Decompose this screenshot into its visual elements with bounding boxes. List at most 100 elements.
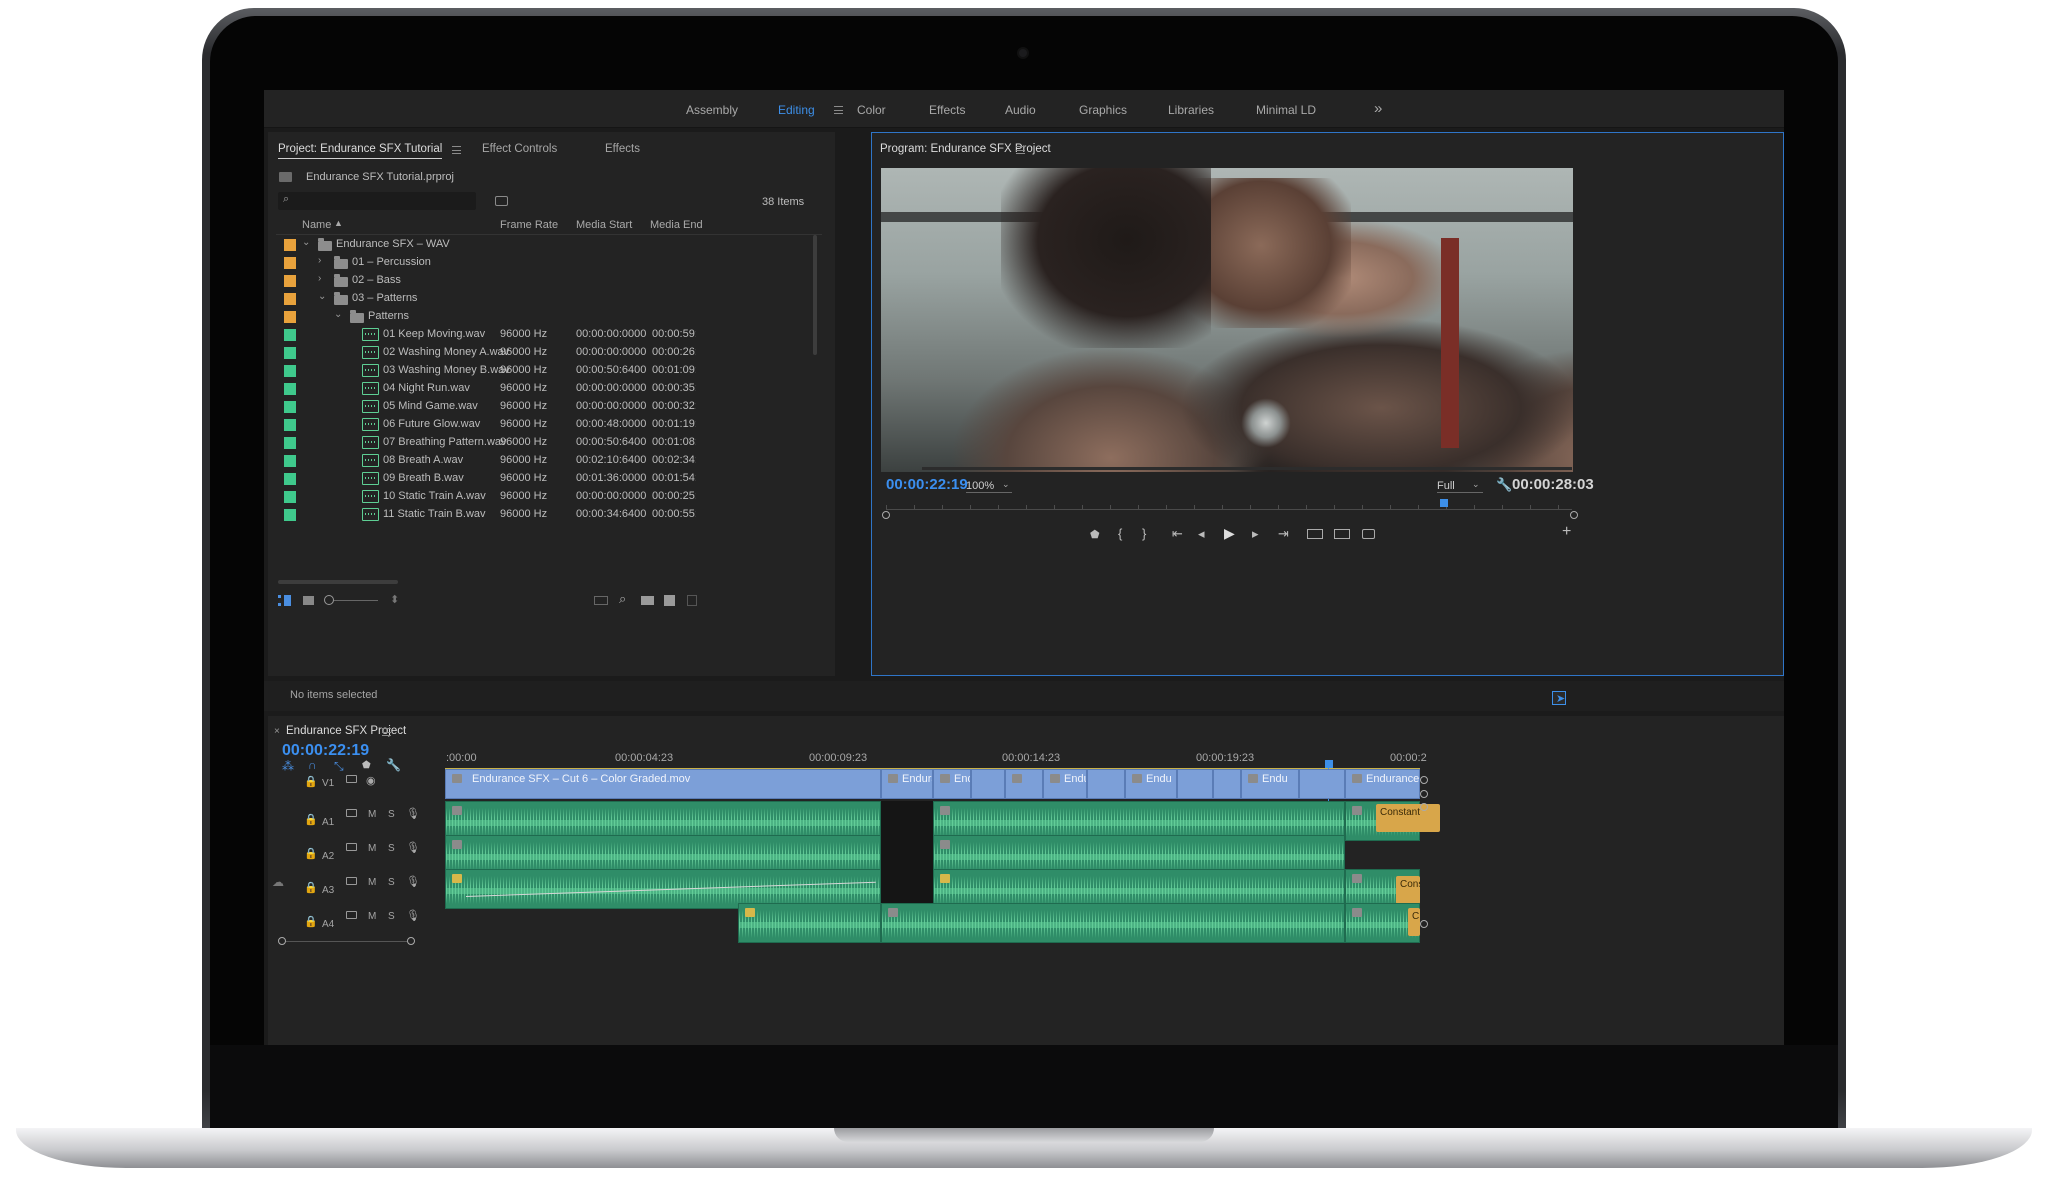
button-editor-icon[interactable]: + [1562,523,1571,541]
lift-icon[interactable] [1307,529,1323,539]
project-row[interactable]: 04 Night Run.wav 96000 Hz 00:00:00:00000 00… [276,380,822,398]
video-clip[interactable] [1177,769,1213,799]
video-clip[interactable]: Endurance SFX – Cut 6 – Color Graded.mov [445,769,881,799]
video-clip[interactable]: Endu [1125,769,1177,799]
project-row[interactable]: ⌄ Patterns [276,308,822,326]
solo-button[interactable]: S [388,843,395,854]
go-to-in-icon[interactable]: ⇤ [1172,526,1183,542]
video-clip[interactable] [971,769,1005,799]
label-color-swatch[interactable] [284,365,296,377]
label-color-swatch[interactable] [284,383,296,395]
export-frame-icon[interactable] [1362,529,1375,539]
mute-button[interactable]: M [368,843,376,854]
new-item-icon[interactable] [664,595,675,606]
column-media-end[interactable]: Media End [650,219,703,231]
transition-constant-power[interactable]: Constant [1376,804,1440,832]
step-back-icon[interactable]: ◂ [1198,526,1205,542]
solo-button[interactable]: S [388,911,395,922]
label-color-swatch[interactable] [284,491,296,503]
project-row[interactable]: ⌄ 03 – Patterns [276,290,822,308]
chevron-down-icon[interactable]: ⌄ [318,291,326,302]
tab-effect-controls[interactable]: Effect Controls [482,143,557,155]
mark-out-icon[interactable]: } [1142,526,1146,541]
microphone-icon[interactable]: 🎙 [406,909,420,922]
column-name[interactable]: Name [302,219,331,231]
sync-lock-icon[interactable] [346,843,357,851]
project-row[interactable]: ⌄ Endurance SFX – WAV [276,236,822,254]
label-color-swatch[interactable] [284,239,296,251]
video-clip[interactable] [1005,769,1043,799]
go-to-out-icon[interactable]: ⇥ [1278,526,1289,542]
transition-constant-power[interactable]: Cons [1396,876,1420,904]
project-row[interactable]: 03 Washing Money B.wav 96000 Hz 00:00:50:6… [276,362,822,380]
mute-button[interactable]: M [368,877,376,888]
microphone-icon[interactable]: 🎙 [406,841,420,854]
project-row[interactable]: 01 Keep Moving.wav 96000 Hz 00:00:00:00000… [276,326,822,344]
label-color-swatch[interactable] [284,347,296,359]
sync-lock-icon[interactable] [346,877,357,885]
video-clip[interactable]: Endurance SF [1345,769,1420,799]
trash-icon[interactable] [687,595,697,606]
track-scroll-handle[interactable] [1420,803,1428,811]
wrench-icon[interactable]: 🔧 [1496,477,1512,493]
add-marker-icon[interactable]: ⬟ [1090,528,1100,541]
program-time-ruler[interactable] [886,505,1572,510]
video-frame[interactable] [881,168,1573,472]
column-media-start[interactable]: Media Start [576,219,632,231]
timeline-timecode[interactable]: 00:00:22:19 [282,742,369,760]
find-icon[interactable]: ⌕ [619,591,626,607]
workspace-overflow-icon[interactable]: » [1374,100,1382,117]
list-view-icon[interactable] [278,595,291,606]
tab-effects[interactable]: Effects [605,143,640,155]
project-row[interactable]: › 02 – Bass [276,272,822,290]
track-scroll-handle[interactable] [1420,920,1428,928]
video-clip[interactable] [1213,769,1241,799]
program-monitor-title[interactable]: Program: Endurance SFX Project [880,143,1051,155]
workspace-assembly[interactable]: Assembly [686,103,738,117]
eye-icon[interactable]: ◉ [366,774,376,787]
icon-view-icon[interactable] [303,596,314,605]
label-color-swatch[interactable] [284,293,296,305]
workspace-color[interactable]: Color [857,103,886,117]
solo-button[interactable]: S [388,809,395,820]
sync-lock-icon[interactable] [346,809,357,817]
label-color-swatch[interactable] [284,455,296,467]
lock-icon[interactable]: 🔒 [304,881,318,894]
timeline-playhead-handle[interactable] [1325,760,1333,768]
timeline-zoom-handle-left[interactable] [278,937,286,945]
chevron-right-icon[interactable]: › [318,273,321,284]
cloud-sync-icon[interactable]: ☁ [272,875,284,889]
chevron-down-icon[interactable]: ⌄ [334,309,342,320]
project-row[interactable]: 07 Breathing Pattern.wav 96000 Hz 00:00:50… [276,434,822,452]
timeline-zoom-handle-right[interactable] [407,937,415,945]
sync-lock-icon[interactable] [346,911,357,919]
project-row[interactable]: › 01 – Percussion [276,254,822,272]
chevron-down-icon[interactable]: ⌄ [302,237,310,248]
sync-lock-icon[interactable] [346,775,357,783]
project-search-input[interactable]: ⌕ [278,192,476,210]
new-bin-icon[interactable] [641,596,654,605]
project-row[interactable]: 11 Static Train B.wav 96000 Hz 00:00:34:64… [276,506,822,524]
project-row[interactable]: 09 Breath B.wav 96000 Hz 00:01:36:00000 00:… [276,470,822,488]
label-color-swatch[interactable] [284,311,296,323]
video-clip[interactable] [1299,769,1345,799]
label-color-swatch[interactable] [284,437,296,449]
label-color-swatch[interactable] [284,473,296,485]
solo-button[interactable]: S [388,877,395,888]
chevron-right-icon[interactable]: › [318,255,321,266]
mute-button[interactable]: M [368,911,376,922]
in-handle[interactable] [882,511,890,519]
close-icon[interactable]: × [274,726,280,737]
project-menu-icon[interactable] [452,146,461,154]
lock-icon[interactable]: 🔒 [304,847,318,860]
sort-icon[interactable]: ⬍ [390,593,399,606]
workspace-editing[interactable]: Editing [778,103,815,117]
video-clip[interactable]: Endu [1043,769,1087,799]
out-handle[interactable] [1570,511,1578,519]
video-clip[interactable]: Endu [1241,769,1299,799]
transition-constant-power[interactable]: C [1408,908,1420,936]
step-forward-icon[interactable]: ▸ [1252,526,1259,542]
project-hscrollbar[interactable] [278,580,398,584]
video-clip[interactable]: Endu [933,769,971,799]
mark-in-icon[interactable]: { [1118,526,1122,541]
